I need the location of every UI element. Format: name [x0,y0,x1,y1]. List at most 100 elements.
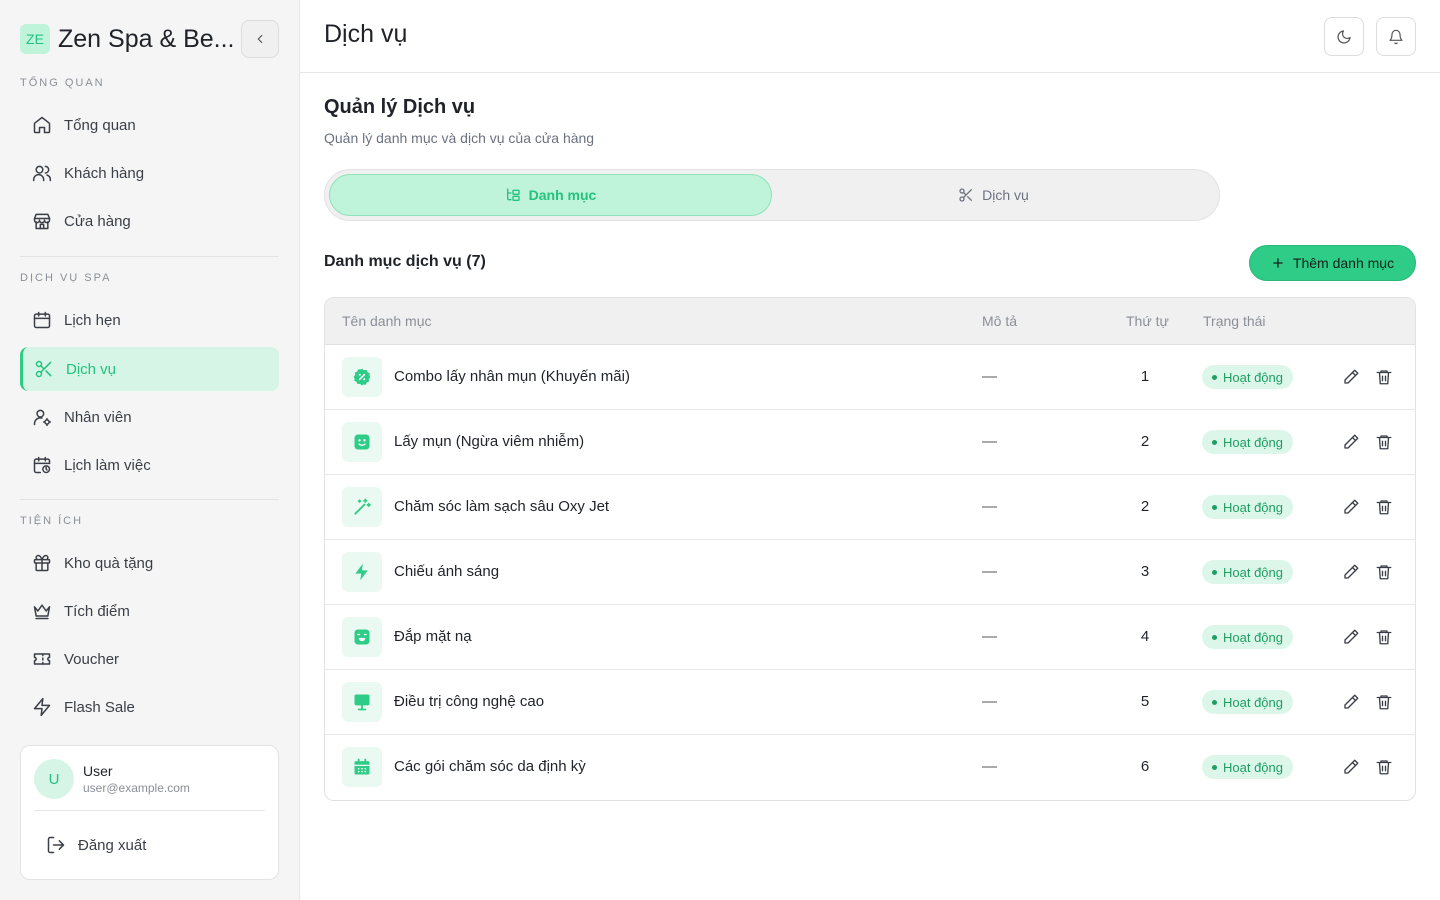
collapse-sidebar-button[interactable] [241,20,279,58]
trash-icon [1376,695,1392,710]
edit-button[interactable] [1342,368,1360,386]
calendar-icon [32,310,52,330]
theme-toggle-button[interactable] [1324,17,1364,56]
status-badge: Hoạt động [1202,495,1293,519]
tree-icon [505,187,521,203]
lightning-icon [342,552,382,592]
add-category-button[interactable]: Thêm danh mục [1249,245,1416,281]
sidebar-item-label: Lịch hẹn [64,311,121,329]
table-row[interactable]: Combo lấy nhân mụn (Khuyến mãi) — 1 Hoạt… [325,345,1415,410]
category-description: — [982,368,997,385]
sidebar-item-label: Voucher [64,650,120,668]
category-list-title: Danh mục dịch vụ (7) [324,253,486,270]
crown-icon [32,601,52,621]
trash-icon [1376,565,1392,580]
user-card: U User user@example.com Đăng xuất [20,745,279,880]
tab-services[interactable]: Dịch vụ [772,174,1215,216]
logout-label: Đăng xuất [78,836,147,854]
delete-button[interactable] [1375,693,1393,711]
main-content: Quản lý Dịch vụ Quản lý danh mục và dịch… [300,73,1440,900]
table-row[interactable]: Chiếu ánh sáng — 3 Hoạt động [325,540,1415,605]
status-dot-icon [1212,374,1217,380]
table-row[interactable]: Lấy mụn (Ngừa viêm nhiễm) — 2 Hoạt động [325,410,1415,475]
status-badge: Hoạt động [1202,560,1293,584]
table-row[interactable]: Điều trị công nghệ cao — 5 Hoạt động [325,670,1415,735]
status-dot-icon [1212,634,1217,640]
category-name: Chiếu ánh sáng [394,563,500,580]
table-row[interactable]: Chăm sóc làm sạch sâu Oxy Jet — 2 Hoạt đ… [325,475,1415,540]
face-mask-icon [342,617,382,657]
edit-button[interactable] [1342,628,1360,646]
notifications-button[interactable] [1376,17,1416,56]
column-header-order[interactable]: Thứ tự [1126,313,1169,329]
tab-bar: Danh mục Dịch vụ [324,169,1220,221]
sidebar-item-work-schedule[interactable]: Lịch làm việc [20,443,279,487]
magic-wand-icon [342,487,382,527]
section-heading: Quản lý Dịch vụ [324,96,476,118]
sidebar-item-stores[interactable]: Cửa hàng [20,199,279,243]
logout-button[interactable]: Đăng xuất [46,835,146,855]
sidebar-item-loyalty-points[interactable]: Tích điểm [20,589,279,633]
delete-button[interactable] [1375,563,1393,581]
edit-button[interactable] [1342,693,1360,711]
status-dot-icon [1212,569,1217,575]
edit-button[interactable] [1342,498,1360,516]
table-header: Tên danh mục Mô tả Thứ tự Trạng thái [325,298,1415,345]
monitor-icon [342,682,382,722]
category-order: 6 [1140,758,1150,775]
status-dot-icon [1212,764,1217,770]
sidebar: ZE Zen Spa & Be... TỔNG QUAN Tổng quan K… [0,0,300,900]
category-table: Tên danh mục Mô tả Thứ tự Trạng thái Com… [324,297,1416,801]
user-name: User [83,763,113,779]
sidebar-item-overview[interactable]: Tổng quan [20,103,279,147]
zap-icon [32,697,52,717]
delete-button[interactable] [1375,498,1393,516]
ticket-icon [32,649,52,669]
sidebar-item-gift-store[interactable]: Kho quà tặng [20,541,279,585]
category-name: Điều trị công nghệ cao [394,693,545,710]
edit-button[interactable] [1342,433,1360,451]
user-cog-icon [32,407,52,427]
sidebar-item-label: Khách hàng [64,164,145,182]
edit-button[interactable] [1342,563,1360,581]
logout-icon [46,835,66,855]
user-card-divider [34,810,265,811]
category-name: Lấy mụn (Ngừa viêm nhiễm) [394,433,585,450]
calendar-clock-icon [32,455,52,475]
table-row[interactable]: Đắp mặt nạ — 4 Hoạt động [325,605,1415,670]
table-row[interactable]: Các gói chăm sóc da định kỳ — 6 Hoạt độn… [325,735,1415,800]
brand[interactable]: ZE Zen Spa & Be... [20,20,233,58]
trash-icon [1376,435,1392,450]
status-label: Hoạt động [1223,499,1283,515]
column-header-status[interactable]: Trạng thái [1203,313,1266,329]
section-title-overview: TỔNG QUAN [20,77,105,89]
category-order: 2 [1140,433,1150,450]
sidebar-item-appointments[interactable]: Lịch hẹn [20,298,279,342]
sidebar-item-label: Tổng quan [64,116,136,134]
section-title-utilities: TIỆN ÍCH [20,515,84,527]
sidebar-item-flash-sale[interactable]: Flash Sale [20,685,279,729]
sidebar-item-staff[interactable]: Nhân viên [20,395,279,439]
sidebar-item-voucher[interactable]: Voucher [20,637,279,681]
trash-icon [1376,370,1392,385]
delete-button[interactable] [1375,628,1393,646]
plus-icon [1271,256,1285,270]
sidebar-item-customers[interactable]: Khách hàng [20,151,279,195]
edit-button[interactable] [1342,758,1360,776]
status-badge: Hoạt động [1202,430,1293,454]
category-name: Chăm sóc làm sạch sâu Oxy Jet [394,498,610,515]
sidebar-item-services[interactable]: Dịch vụ [20,347,279,391]
column-header-description[interactable]: Mô tả [982,313,1017,329]
delete-button[interactable] [1375,433,1393,451]
category-order: 2 [1140,498,1150,515]
column-header-name[interactable]: Tên danh mục [342,313,432,329]
sidebar-divider [20,256,279,257]
chevron-left-icon [257,34,263,44]
delete-button[interactable] [1375,368,1393,386]
tab-categories[interactable]: Danh mục [329,174,772,216]
avatar[interactable]: U [34,759,74,799]
pencil-icon [1344,369,1359,384]
delete-button[interactable] [1375,758,1393,776]
trash-icon [1376,760,1392,775]
status-badge: Hoạt động [1202,755,1293,779]
